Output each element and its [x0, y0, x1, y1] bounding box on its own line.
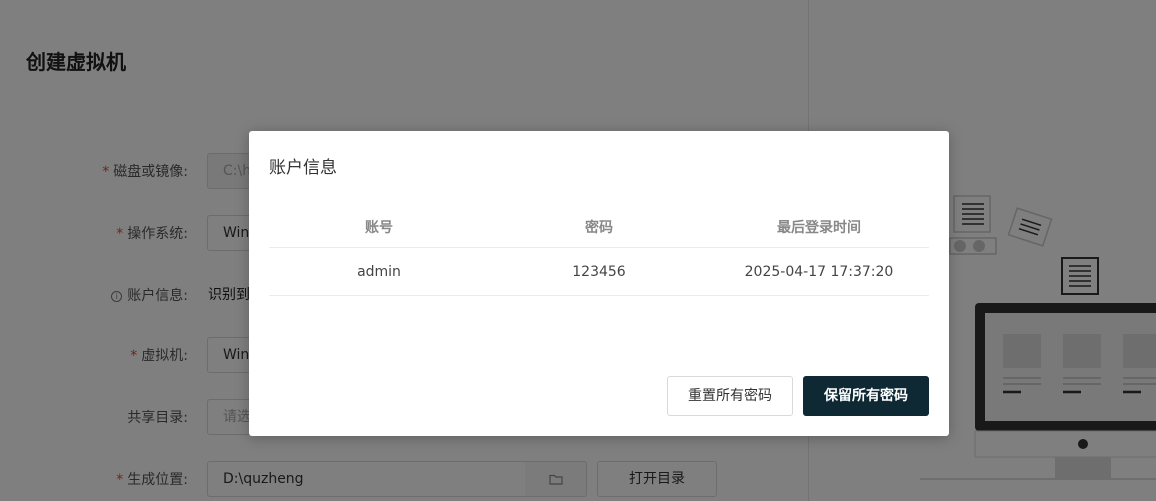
reset-all-passwords-button[interactable]: 重置所有密码 [667, 376, 793, 416]
table-row: admin 123456 2025-04-17 17:37:20 [269, 248, 929, 296]
keep-all-passwords-button[interactable]: 保留所有密码 [803, 376, 929, 416]
table-header: 账号 密码 最后登录时间 [269, 206, 929, 248]
column-header-last-login: 最后登录时间 [777, 219, 861, 236]
password-cell: 123456 [572, 263, 626, 280]
account-table: 账号 密码 最后登录时间 admin 123456 2025-04-17 17:… [269, 206, 929, 296]
column-header-password: 密码 [585, 219, 613, 236]
account-info-dialog: 账户信息 账号 密码 最后登录时间 admin 123456 2025-04-1… [249, 131, 949, 436]
column-header-account: 账号 [365, 219, 393, 236]
account-cell: admin [357, 263, 401, 280]
dialog-title: 账户信息 [269, 158, 337, 178]
last-login-cell: 2025-04-17 17:37:20 [744, 263, 894, 280]
